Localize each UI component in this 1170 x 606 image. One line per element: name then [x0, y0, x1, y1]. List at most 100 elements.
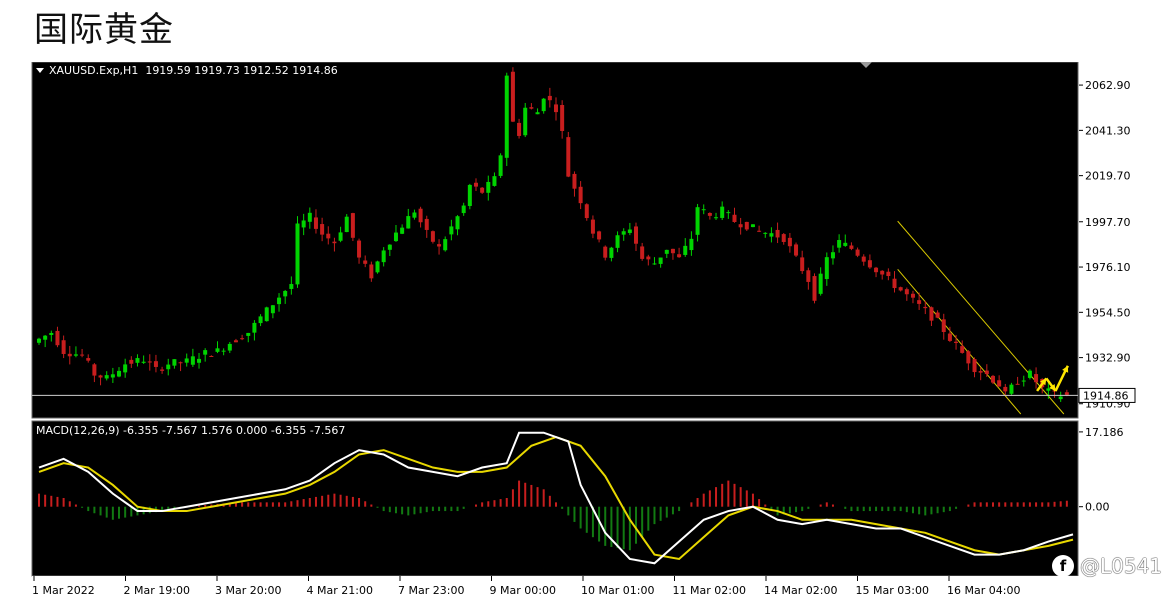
candle-body: [701, 209, 706, 211]
candle-body: [1034, 374, 1039, 383]
chart-svg[interactable]: 2062.90 2041.30 2019.70 1997.70 1976.10 1954.…: [30, 61, 1138, 602]
candle: [510, 67, 515, 123]
candle-body: [172, 359, 177, 366]
candle-body: [67, 353, 72, 357]
candle-body: [720, 206, 725, 218]
candle-body: [867, 260, 872, 268]
candle-body: [338, 232, 343, 241]
candle-body: [104, 375, 109, 379]
time-tick-label: 7 Mar 23:00: [398, 584, 464, 597]
candle-body: [904, 289, 909, 295]
candle-body: [467, 184, 472, 206]
time-tick-label: 11 Mar 02:00: [673, 584, 746, 597]
candle-body: [874, 267, 879, 273]
time-tick-label: 14 Mar 02:00: [764, 584, 837, 597]
candle: [375, 260, 380, 274]
candle: [264, 306, 269, 322]
candle-body: [233, 340, 238, 343]
candle-body: [535, 112, 540, 115]
time-tick-label: 9 Mar 00:00: [490, 584, 556, 597]
candle-body: [935, 312, 940, 318]
candle-body: [757, 230, 762, 232]
candle-body: [941, 319, 946, 332]
candle-body: [677, 254, 682, 258]
candle-body: [960, 346, 965, 353]
candle-body: [812, 276, 817, 301]
candle-body: [978, 371, 983, 373]
candle-body: [824, 257, 829, 280]
candle-body: [510, 71, 515, 122]
candle-body: [197, 358, 202, 363]
chart-header: XAUUSD.Exp,H1 1919.59 1919.73 1912.52 19…: [36, 64, 338, 77]
f-logo-icon: f: [1051, 555, 1074, 577]
candle-body: [375, 261, 380, 273]
candle-body: [578, 186, 583, 204]
candle-body: [590, 219, 595, 234]
candle-body: [289, 284, 294, 289]
candle-body: [584, 204, 589, 219]
candle-body: [843, 242, 848, 246]
symbol-header: XAUUSD.Exp,H1 1919.59 1919.73 1912.52 19…: [49, 64, 338, 77]
candle-body: [486, 181, 491, 193]
candle-body: [215, 348, 220, 352]
candle-body: [1058, 396, 1063, 400]
candle-body: [313, 217, 318, 229]
candle-body: [357, 240, 362, 258]
candle-body: [473, 182, 478, 187]
candle-body: [455, 216, 460, 230]
price-tick-label: 2019.70: [1085, 170, 1131, 183]
candle-body: [418, 208, 423, 223]
candle-body: [332, 241, 337, 244]
candle: [467, 183, 472, 210]
candle-body: [443, 239, 448, 251]
candle-body: [861, 256, 866, 262]
candle-body: [597, 231, 602, 240]
candle-body: [947, 333, 952, 341]
candle-body: [1015, 383, 1020, 385]
candle: [750, 224, 755, 228]
candle-body: [301, 220, 306, 228]
current-price-tag: 1914.86: [1078, 387, 1136, 403]
price-tick-label: 1932.90: [1085, 352, 1131, 365]
candle-body: [769, 233, 774, 237]
candle-body: [818, 273, 823, 294]
candle-body: [43, 335, 48, 340]
candle-body: [1064, 392, 1069, 395]
candle-body: [929, 307, 934, 321]
candle-body: [37, 338, 41, 343]
candle: [344, 214, 349, 233]
candle-body: [61, 340, 66, 354]
candle: [794, 242, 799, 258]
trading-chart[interactable]: 2062.90 2041.30 2019.70 1997.70 1976.10 1954.…: [30, 61, 1138, 602]
candle-body: [646, 256, 651, 260]
candle-body: [990, 375, 995, 383]
candle-body: [541, 98, 546, 112]
price-tick-label: 1997.70: [1085, 216, 1131, 229]
candle-body: [800, 257, 805, 272]
candle-body: [264, 307, 269, 322]
candle-body: [381, 250, 386, 263]
candle-body: [830, 252, 835, 259]
candle-body: [572, 173, 577, 189]
candle: [295, 216, 300, 288]
candle-body: [732, 214, 737, 223]
candle-body: [621, 231, 626, 235]
candle-body: [369, 264, 374, 279]
candle: [504, 72, 509, 167]
candle-body: [430, 231, 435, 242]
candle-body: [609, 247, 614, 258]
candle-body: [270, 305, 275, 314]
candle-body: [794, 244, 799, 256]
candle-body: [1021, 380, 1026, 382]
watermark-text: @L0541: [1079, 554, 1162, 578]
price-panel[interactable]: [32, 62, 1078, 418]
macd-panel[interactable]: [32, 421, 1078, 576]
candle-body: [726, 212, 731, 214]
candle-body: [517, 122, 522, 136]
macd-header: MACD(12,26,9) -6.355 -7.567 1.576 0.000 …: [36, 424, 345, 437]
candle-body: [954, 341, 959, 343]
candle-body: [449, 226, 454, 235]
candle-body: [683, 245, 688, 255]
candle-body: [1009, 384, 1014, 394]
candle-body: [504, 75, 509, 158]
